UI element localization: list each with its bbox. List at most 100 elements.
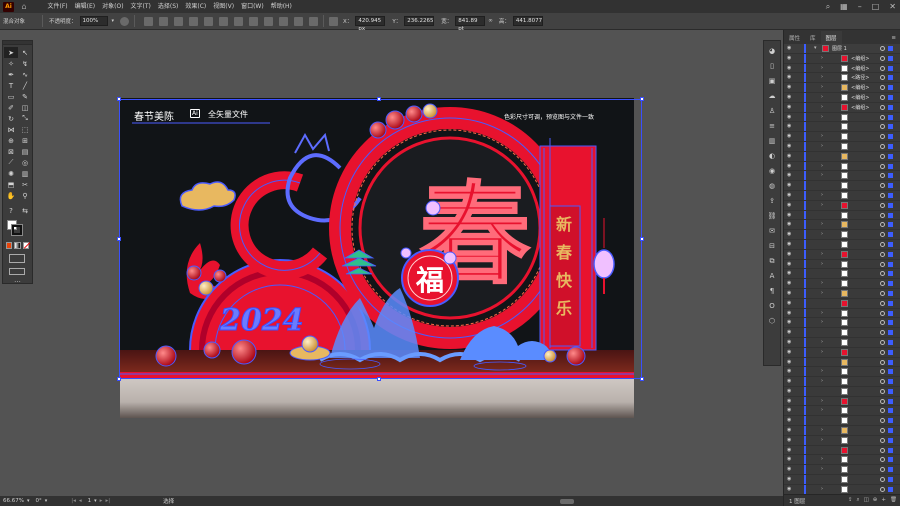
chevron-right-icon[interactable]: ›: [821, 407, 823, 413]
selection-indicator[interactable]: [888, 437, 893, 443]
chevron-right-icon[interactable]: ›: [821, 427, 823, 433]
curvature-tool-icon[interactable]: ∿: [18, 69, 32, 80]
chevron-right-icon[interactable]: ›: [821, 143, 823, 149]
layer-row[interactable]: ◉ › <编组>: [784, 53, 900, 64]
chevron-right-icon[interactable]: ›: [821, 84, 823, 90]
rectangle-tool-icon[interactable]: ▭: [4, 91, 18, 102]
selection-indicator[interactable]: [888, 212, 893, 218]
character-icon[interactable]: A: [767, 271, 777, 281]
eye-icon[interactable]: ◉: [787, 280, 791, 286]
eye-icon[interactable]: ◉: [787, 153, 791, 159]
target-icon[interactable]: [880, 75, 885, 81]
comments-icon[interactable]: ✉: [767, 226, 777, 236]
recolor-icon[interactable]: [120, 16, 130, 26]
target-icon[interactable]: [880, 153, 885, 159]
eye-icon[interactable]: ◉: [787, 310, 791, 316]
chevron-right-icon[interactable]: ›: [821, 133, 823, 139]
chevron-right-icon[interactable]: ›: [821, 231, 823, 237]
layer-row[interactable]: ◉ ›: [784, 171, 900, 182]
search-icon[interactable]: ⌕: [857, 497, 860, 504]
width-field[interactable]: 841.89 pt: [455, 16, 486, 32]
chevron-right-icon[interactable]: ›: [821, 339, 823, 345]
eye-icon[interactable]: ◉: [787, 133, 791, 139]
eye-icon[interactable]: ◉: [787, 104, 791, 110]
eye-icon[interactable]: ◉: [787, 182, 791, 188]
target-icon[interactable]: [880, 222, 885, 228]
export-icon[interactable]: ⇪: [848, 497, 853, 504]
next-artboard-icon[interactable]: ▸: [100, 498, 103, 504]
horizontal-scrollbar[interactable]: [560, 499, 574, 504]
layer-row[interactable]: ◉ ›: [784, 396, 900, 407]
workspace-icon[interactable]: ▦: [840, 2, 848, 11]
target-icon[interactable]: [880, 379, 885, 385]
distribute-space-icon[interactable]: [279, 16, 289, 26]
eye-icon[interactable]: ◉: [787, 359, 791, 365]
selection-indicator[interactable]: [888, 124, 893, 130]
stroke-swatch[interactable]: [11, 224, 23, 236]
chevron-right-icon[interactable]: ›: [821, 437, 823, 443]
eye-icon[interactable]: ◉: [787, 368, 791, 374]
layer-row[interactable]: ◉: [784, 357, 900, 368]
gradient-tool-icon[interactable]: ▤: [18, 146, 32, 157]
selection-indicator[interactable]: [888, 143, 893, 149]
close-icon[interactable]: ✕: [889, 2, 896, 11]
selection-indicator[interactable]: [888, 85, 893, 91]
color-icon[interactable]: ◕: [767, 46, 777, 56]
selection-indicator[interactable]: [888, 320, 893, 326]
selection-indicator[interactable]: [888, 290, 893, 296]
align-right-icon[interactable]: [174, 16, 184, 26]
selection-indicator[interactable]: [888, 183, 893, 189]
layer-row[interactable]: ◉ ›: [784, 347, 900, 358]
eye-icon[interactable]: ◉: [787, 378, 791, 384]
target-icon[interactable]: [880, 349, 885, 355]
selection-indicator[interactable]: [888, 55, 893, 61]
chevron-right-icon[interactable]: ›: [821, 398, 823, 404]
layer-row[interactable]: ◉ › <路径>: [784, 73, 900, 84]
layer-row[interactable]: ◉ ›: [784, 465, 900, 476]
links-icon[interactable]: ⛓: [767, 211, 777, 221]
layer-row[interactable]: ◉ ›: [784, 288, 900, 299]
eye-icon[interactable]: ◉: [787, 74, 791, 80]
artboard-number[interactable]: 1: [85, 498, 95, 504]
eye-icon[interactable]: ◉: [787, 84, 791, 90]
eye-icon[interactable]: ◉: [787, 329, 791, 335]
selection-indicator[interactable]: [888, 46, 893, 51]
target-icon[interactable]: [880, 320, 885, 326]
eye-icon[interactable]: ◉: [787, 290, 791, 296]
menu-object[interactable]: 对象(O): [99, 0, 127, 13]
chevron-right-icon[interactable]: ›: [821, 202, 823, 208]
target-icon[interactable]: [880, 290, 885, 296]
chevron-right-icon[interactable]: ›: [821, 172, 823, 178]
layer-row[interactable]: ◉ ›: [784, 337, 900, 348]
eye-icon[interactable]: ◉: [787, 437, 791, 443]
layer-row[interactable]: ◉: [784, 416, 900, 427]
selection-indicator[interactable]: [888, 300, 893, 306]
home-icon[interactable]: ⌂: [18, 2, 30, 12]
clipping-mask-icon[interactable]: ◫: [864, 497, 869, 504]
selection-indicator[interactable]: [888, 114, 893, 120]
opacity-field[interactable]: 100%: [79, 16, 108, 26]
chevron-right-icon[interactable]: ›: [821, 319, 823, 325]
eye-icon[interactable]: ◉: [787, 349, 791, 355]
chevron-right-icon[interactable]: ›: [821, 221, 823, 227]
minimize-icon[interactable]: –: [858, 2, 862, 11]
layer-row[interactable]: ◉: [784, 445, 900, 456]
chevron-right-icon[interactable]: ›: [821, 192, 823, 198]
selection-tool-icon[interactable]: ➤: [4, 47, 18, 58]
eye-icon[interactable]: ◉: [787, 456, 791, 462]
layer-row[interactable]: ◉: [784, 239, 900, 250]
more-tools-icon[interactable]: ···: [3, 278, 32, 286]
menu-type[interactable]: 文字(T): [127, 0, 154, 13]
selection-indicator[interactable]: [888, 349, 893, 355]
selection-indicator[interactable]: [888, 359, 893, 365]
selection-indicator[interactable]: [888, 153, 893, 159]
selection-indicator[interactable]: [888, 104, 893, 110]
chevron-right-icon[interactable]: ›: [821, 486, 823, 492]
lasso-tool-icon[interactable]: ↯: [18, 58, 32, 69]
layer-row[interactable]: ◉ ›: [784, 279, 900, 289]
target-icon[interactable]: [880, 202, 885, 208]
delete-icon[interactable]: 🗑: [890, 497, 897, 504]
selection-indicator[interactable]: [888, 232, 893, 238]
document-icon[interactable]: ▯: [767, 61, 777, 71]
target-icon[interactable]: [880, 212, 885, 218]
